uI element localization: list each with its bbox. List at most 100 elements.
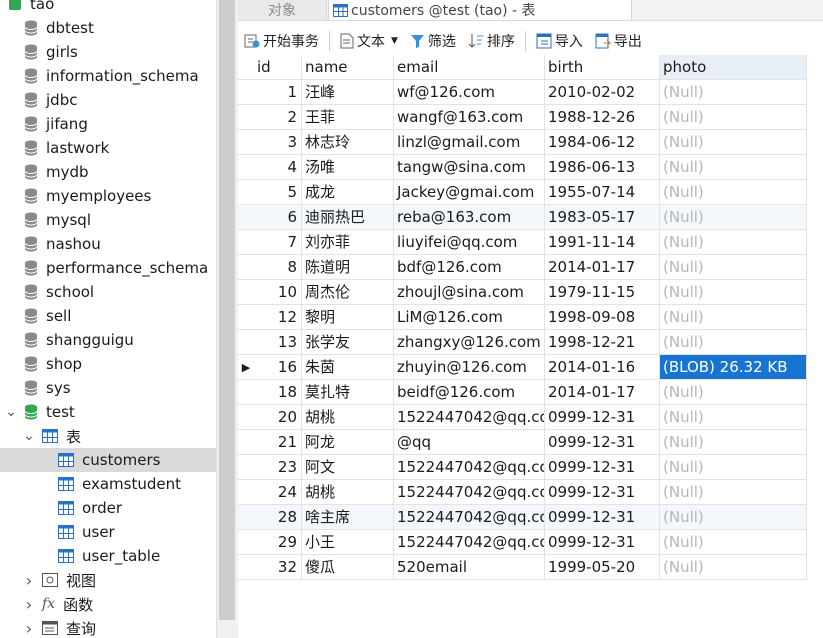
cell-id[interactable]: 13 <box>254 330 302 355</box>
cell-name[interactable]: 王菲 <box>302 105 394 130</box>
cell-email[interactable]: Jackey@gmai.com <box>394 180 545 205</box>
cell-birth[interactable]: 1983-05-17 <box>545 205 660 230</box>
cell-id[interactable]: 1 <box>254 80 302 105</box>
cell-email[interactable]: liuyifei@qq.com <box>394 230 545 255</box>
tree-item-database[interactable]: performance_schema <box>0 256 216 280</box>
cell-photo[interactable]: (Null) <box>660 480 807 505</box>
cell-name[interactable]: 汤唯 <box>302 155 394 180</box>
chevron-down-icon[interactable]: ⌄ <box>4 404 18 420</box>
tree-item-database[interactable]: sys <box>0 376 216 400</box>
cell-photo[interactable]: (Null) <box>660 155 807 180</box>
cell-email[interactable]: beidf@126.com <box>394 380 545 405</box>
cell-birth[interactable]: 1998-09-08 <box>545 305 660 330</box>
tree-item-database[interactable]: jifang <box>0 112 216 136</box>
cell-photo[interactable]: (Null) <box>660 380 807 405</box>
tree-item-database[interactable]: mysql <box>0 208 216 232</box>
cell-photo[interactable]: (Null) <box>660 505 807 530</box>
table-row[interactable]: 21 阿龙 @qq 0999-12-31 (Null) <box>238 430 807 455</box>
column-header-photo[interactable]: photo <box>660 55 807 80</box>
cell-email[interactable]: 520email <box>394 555 545 580</box>
cell-photo[interactable]: (Null) <box>660 555 807 580</box>
cell-birth[interactable]: 0999-12-31 <box>545 505 660 530</box>
cell-id[interactable]: 8 <box>254 255 302 280</box>
cell-birth[interactable]: 0999-12-31 <box>545 455 660 480</box>
tree-group-views[interactable]: › 视图 <box>0 568 216 592</box>
tree-connection[interactable]: tao <box>0 0 216 16</box>
cell-photo[interactable]: (Null) <box>660 430 807 455</box>
chevron-down-icon[interactable]: ⌄ <box>22 428 36 444</box>
tree-item-database[interactable]: shop <box>0 352 216 376</box>
tree-item-database[interactable]: dbtest <box>0 16 216 40</box>
cell-id[interactable]: 5 <box>254 180 302 205</box>
cell-name[interactable]: 汪峰 <box>302 80 394 105</box>
filter-button[interactable]: 筛选 <box>404 29 462 53</box>
cell-birth[interactable]: 2014-01-17 <box>545 380 660 405</box>
cell-email[interactable]: reba@163.com <box>394 205 545 230</box>
table-row[interactable]: 5 成龙 Jackey@gmai.com 1955-07-14 (Null) <box>238 180 807 205</box>
cell-email[interactable]: bdf@126.com <box>394 255 545 280</box>
cell-email[interactable]: 1522447042@qq.co <box>394 455 545 480</box>
cell-name[interactable]: 胡桃 <box>302 480 394 505</box>
cell-photo[interactable]: (Null) <box>660 280 807 305</box>
cell-name[interactable]: 阿文 <box>302 455 394 480</box>
cell-name[interactable]: 胡桃 <box>302 405 394 430</box>
table-row[interactable]: 29 小王 1522447042@qq.co 0999-12-31 (Null) <box>238 530 807 555</box>
cell-name[interactable]: 黎明 <box>302 305 394 330</box>
table-row[interactable]: 23 阿文 1522447042@qq.co 0999-12-31 (Null) <box>238 455 807 480</box>
cell-birth[interactable]: 1955-07-14 <box>545 180 660 205</box>
cell-id[interactable]: 10 <box>254 280 302 305</box>
table-row[interactable]: 12 黎明 LiM@126.com 1998-09-08 (Null) <box>238 305 807 330</box>
tree-item-database-open[interactable]: ⌄ test <box>0 400 216 424</box>
tree-item-table[interactable]: user_table <box>0 544 216 568</box>
cell-birth[interactable]: 0999-12-31 <box>545 530 660 555</box>
cell-birth[interactable]: 0999-12-31 <box>545 480 660 505</box>
cell-email[interactable]: linzl@gmail.com <box>394 130 545 155</box>
cell-id[interactable]: 29 <box>254 530 302 555</box>
cell-email[interactable]: zhoujl@sina.com <box>394 280 545 305</box>
cell-birth[interactable]: 1988-12-26 <box>545 105 660 130</box>
tree-item-table[interactable]: order <box>0 496 216 520</box>
begin-transaction-button[interactable]: 开始事务 <box>238 29 325 53</box>
tree-item-database[interactable]: jdbc <box>0 88 216 112</box>
cell-email[interactable]: 1522447042@qq.co <box>394 480 545 505</box>
tree-item-database[interactable]: information_schema <box>0 64 216 88</box>
tree-item-table[interactable]: customers <box>0 448 216 472</box>
chevron-right-icon[interactable]: › <box>22 619 36 638</box>
cell-email[interactable]: wangf@163.com <box>394 105 545 130</box>
cell-photo[interactable]: (Null) <box>660 130 807 155</box>
chevron-right-icon[interactable]: › <box>22 595 36 614</box>
tree-item-table[interactable]: user <box>0 520 216 544</box>
tree-item-database[interactable]: nashou <box>0 232 216 256</box>
cell-birth[interactable]: 1984-06-12 <box>545 130 660 155</box>
cell-photo[interactable]: (BLOB) 26.32 KB <box>660 355 807 380</box>
cell-email[interactable]: zhuyin@126.com <box>394 355 545 380</box>
cell-id[interactable]: 16 <box>254 355 302 380</box>
cell-photo[interactable]: (Null) <box>660 180 807 205</box>
cell-id[interactable]: 3 <box>254 130 302 155</box>
column-header-email[interactable]: email <box>394 55 545 80</box>
cell-name[interactable]: 傻瓜 <box>302 555 394 580</box>
sort-button[interactable]: 排序 <box>462 29 521 53</box>
cell-name[interactable]: 林志玲 <box>302 130 394 155</box>
table-row[interactable]: 28 啥主席 1522447042@qq.co 0999-12-31 (Null) <box>238 505 807 530</box>
column-header-name[interactable]: name <box>302 55 394 80</box>
cell-birth[interactable]: 0999-12-31 <box>545 430 660 455</box>
cell-id[interactable]: 7 <box>254 230 302 255</box>
table-row[interactable]: 13 张学友 zhangxy@126.com 1998-12-21 (Null) <box>238 330 807 355</box>
cell-photo[interactable]: (Null) <box>660 80 807 105</box>
cell-name[interactable]: 莫扎特 <box>302 380 394 405</box>
cell-name[interactable]: 刘亦菲 <box>302 230 394 255</box>
tree-group-queries[interactable]: › 查询 <box>0 616 216 638</box>
cell-id[interactable]: 32 <box>254 555 302 580</box>
cell-email[interactable]: 1522447042@qq.co <box>394 530 545 555</box>
cell-email[interactable]: 1522447042@qq.co <box>394 505 545 530</box>
tab-objects[interactable]: 对象 <box>238 0 327 20</box>
cell-email[interactable]: LiM@126.com <box>394 305 545 330</box>
cell-email[interactable]: @qq <box>394 430 545 455</box>
cell-photo[interactable]: (Null) <box>660 330 807 355</box>
cell-id[interactable]: 12 <box>254 305 302 330</box>
cell-photo[interactable]: (Null) <box>660 205 807 230</box>
cell-birth[interactable]: 1979-11-15 <box>545 280 660 305</box>
cell-email[interactable]: tangw@sina.com <box>394 155 545 180</box>
tree-scrollbar[interactable] <box>216 0 238 638</box>
